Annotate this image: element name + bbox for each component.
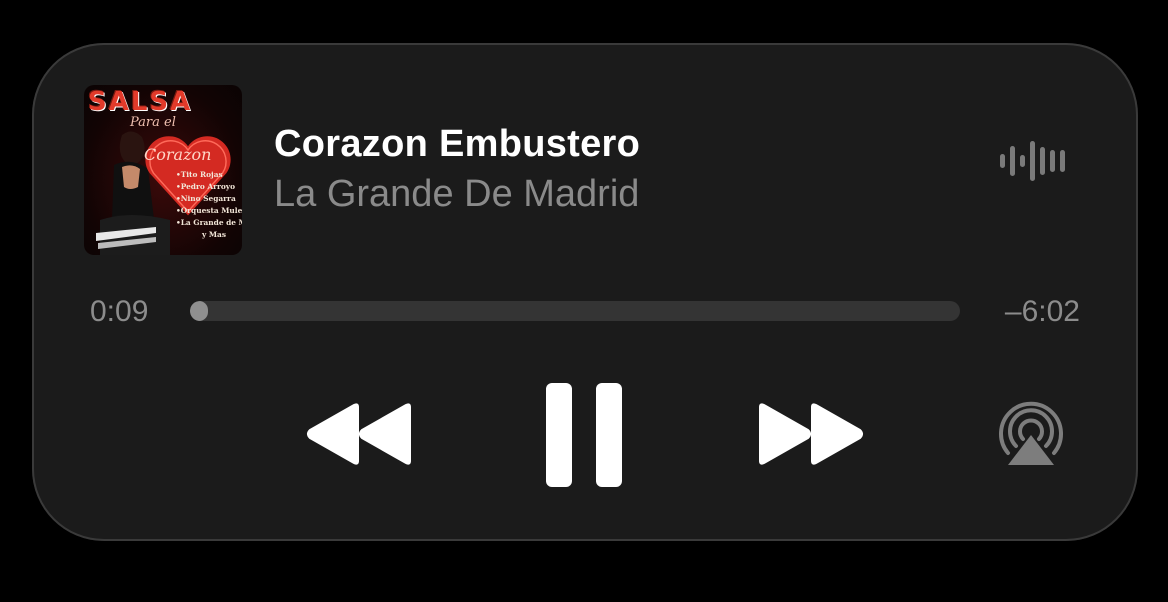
album-artwork[interactable]: SALSA Para el Corazon •Tito Rojas •Pedro…: [84, 85, 242, 255]
progress-bar[interactable]: [190, 301, 960, 321]
pause-icon[interactable]: [546, 383, 624, 487]
waveform-icon[interactable]: [1000, 141, 1066, 181]
album-art-artist: •Tito Rojas: [176, 170, 223, 179]
album-art-artist-list: •Tito Rojas •Pedro Arroyo •Nino Segarra …: [176, 169, 242, 241]
album-art-artist: •Nino Segarra: [176, 194, 236, 203]
airplay-audio-icon[interactable]: [996, 401, 1066, 467]
track-artist[interactable]: La Grande De Madrid: [274, 173, 639, 216]
rewind-icon[interactable]: [306, 403, 414, 465]
album-art-artist: •La Grande de Madrid: [176, 218, 242, 227]
album-art-artist: •Orquesta Mulenze: [176, 206, 242, 215]
album-art-artist: •Pedro Arroyo: [176, 182, 236, 191]
progress-fill: [190, 301, 209, 321]
remaining-time: –6:02: [1004, 295, 1080, 328]
now-playing-widget: SALSA Para el Corazon •Tito Rojas •Pedro…: [32, 43, 1138, 541]
elapsed-time: 0:09: [90, 295, 149, 328]
track-title: Corazon Embustero: [274, 123, 641, 165]
album-art-subtitle: Para el: [130, 115, 176, 130]
album-art-heart-text: Corazon: [144, 145, 212, 164]
album-art-title: SALSA: [88, 87, 193, 117]
album-art-artist: y Mas: [202, 230, 226, 239]
fast-forward-icon[interactable]: [756, 403, 864, 465]
